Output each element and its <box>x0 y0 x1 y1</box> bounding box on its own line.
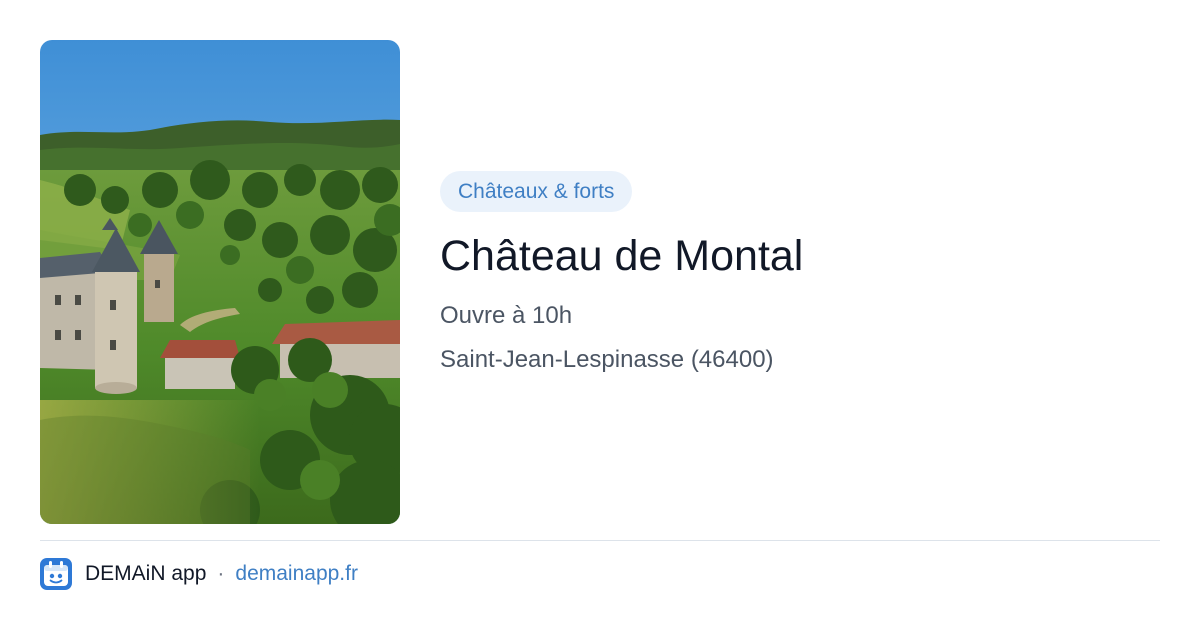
category-badge[interactable]: Châteaux & forts <box>440 171 633 212</box>
demain-app-logo-icon <box>40 558 72 590</box>
place-info: Châteaux & forts Château de Montal Ouvre… <box>440 171 1160 376</box>
footer: DEMAiN app · demainapp.fr <box>40 558 358 590</box>
footer-divider <box>40 540 1160 541</box>
chateau-aerial-image <box>40 40 400 524</box>
place-photo <box>40 40 400 524</box>
footer-separator: · <box>217 562 225 585</box>
place-address: Saint-Jean-Lespinasse (46400) <box>440 346 774 373</box>
site-link[interactable]: demainapp.fr <box>235 562 358 586</box>
place-title: Château de Montal <box>440 232 804 280</box>
opening-hours: Ouvre à 10h <box>440 302 573 329</box>
app-name: DEMAiN app <box>85 562 207 585</box>
